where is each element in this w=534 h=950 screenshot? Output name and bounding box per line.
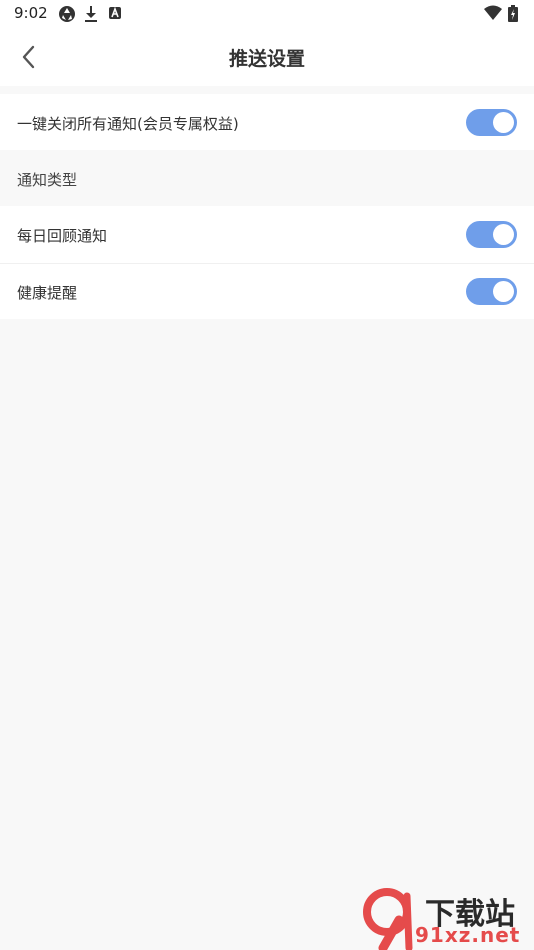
watermark-bottom-text: 91xz.net — [415, 923, 521, 947]
toggle-knob — [493, 224, 514, 245]
master-notification-toggle[interactable] — [466, 109, 517, 136]
battery-icon — [508, 5, 518, 27]
daily-review-label: 每日回顾通知 — [17, 227, 108, 245]
health-reminder-label: 健康提醒 — [17, 284, 78, 302]
health-reminder-toggle[interactable] — [466, 278, 517, 305]
status-bar: 9:02 — [0, 0, 534, 28]
status-right-icons — [484, 5, 520, 23]
toggle-knob — [493, 112, 514, 133]
list-item-daily-review: 每日回顾通知 — [0, 206, 534, 263]
aperture-icon — [58, 5, 76, 27]
toggle-knob — [493, 281, 514, 302]
nav-bar: 推送设置 — [0, 28, 534, 86]
wifi-icon — [484, 5, 502, 25]
page-title: 推送设置 — [228, 48, 305, 70]
section-header: 通知类型 — [0, 150, 534, 206]
daily-review-toggle[interactable] — [466, 221, 517, 248]
status-time: 9:02 — [14, 4, 48, 22]
download-icon — [84, 5, 98, 27]
a-badge-icon — [108, 5, 122, 27]
section-title: 通知类型 — [17, 171, 78, 189]
watermark: 下载站 91xz.net — [359, 888, 534, 950]
watermark-logo-icon — [363, 888, 413, 950]
master-notification-row: 一键关闭所有通知(会员专属权益) — [0, 94, 534, 150]
list-item-health-reminder: 健康提醒 — [0, 264, 534, 319]
master-notification-label: 一键关闭所有通知(会员专属权益) — [17, 115, 239, 133]
